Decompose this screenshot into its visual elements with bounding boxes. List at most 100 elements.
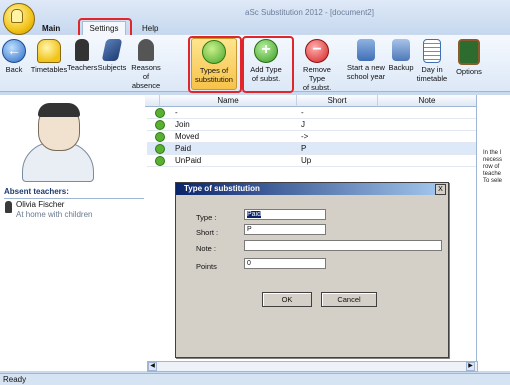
backup-button[interactable]: Backup	[388, 38, 414, 88]
row-short: Up	[301, 156, 312, 165]
types-icon	[202, 40, 226, 64]
calendar-icon	[357, 39, 375, 61]
short-label: Short :	[196, 228, 219, 237]
short-input[interactable]: P	[244, 224, 326, 235]
day-in-timetable-button[interactable]: Day in timetable	[414, 38, 450, 88]
row-name: -	[175, 108, 178, 117]
dialog-title-bar: Type of substitution	[176, 183, 446, 195]
tab-main[interactable]: Main	[42, 24, 60, 33]
reasons-button[interactable]: Reasons of absence	[128, 38, 164, 90]
dialog-title: Type of substitution	[184, 184, 260, 193]
subjects-label: Subjects	[97, 63, 127, 72]
type-input-value: Paid	[247, 211, 262, 218]
table-row[interactable]: Join J	[147, 119, 476, 131]
help-pane	[476, 95, 510, 371]
teacher-icon	[5, 201, 12, 213]
row-short: ->	[301, 132, 309, 141]
help-line: necess	[483, 157, 503, 163]
back-arrow-icon: ←	[2, 39, 26, 63]
reasons-icon	[138, 39, 154, 61]
add-icon: +	[254, 39, 278, 63]
row-name: Join	[175, 120, 190, 129]
remove-icon: −	[305, 39, 329, 63]
type-input[interactable]: Paid	[244, 209, 326, 220]
row-short: J	[301, 120, 305, 129]
tab-settings[interactable]: Settings	[82, 21, 126, 36]
absent-teachers-header: Absent teachers:	[4, 187, 144, 199]
timetables-button[interactable]: Timetables	[30, 38, 68, 88]
column-header-name[interactable]: Name	[160, 95, 297, 107]
teacher-avatar-hair	[38, 103, 80, 117]
options-button[interactable]: Options	[454, 38, 484, 88]
help-line: teache	[483, 171, 502, 177]
teachers-label: Teachers	[67, 63, 98, 72]
types-label-1: Types of	[199, 66, 229, 75]
points-label: Points	[196, 262, 217, 271]
dialog-close-button[interactable]: X	[435, 184, 446, 195]
remove-type-label-2: of subst.	[302, 83, 332, 92]
add-type-label-1: Add Type	[250, 65, 282, 74]
type-label: Type :	[196, 213, 217, 222]
row-type-icon	[155, 120, 165, 130]
help-line: row of	[483, 164, 500, 170]
day-in-label-1: Day in	[421, 65, 443, 74]
window-title: aSc Substitution 2012 - [document2]	[245, 8, 374, 17]
backup-icon	[392, 39, 410, 61]
types-of-substitution-button[interactable]: Types of substitution	[191, 38, 237, 90]
remove-type-button[interactable]: − Remove Type of subst.	[294, 38, 340, 92]
remove-type-label-1: Remove Type	[303, 65, 331, 83]
row-type-icon	[155, 156, 165, 166]
timetable-grid-icon	[423, 39, 441, 63]
backup-label: Backup	[388, 63, 414, 72]
subjects-button[interactable]: Subjects	[96, 38, 128, 88]
help-line: In the l	[483, 150, 502, 156]
back-button[interactable]: ← Back	[2, 38, 26, 88]
options-label: Options	[456, 67, 482, 76]
teachers-button[interactable]: Teachers	[67, 38, 97, 88]
absent-teacher-name[interactable]: Olivia Fischer	[16, 200, 64, 209]
tab-help[interactable]: Help	[142, 24, 158, 33]
column-header-short[interactable]: Short	[297, 95, 378, 107]
day-in-label-2: timetable	[416, 74, 448, 83]
points-input[interactable]: 0	[244, 258, 326, 269]
title-bar	[0, 0, 510, 34]
horizontal-scrollbar[interactable]	[147, 361, 478, 372]
table-row-selected[interactable]: Paid P	[147, 143, 476, 155]
help-line: To sele	[483, 178, 503, 184]
row-type-icon	[155, 108, 165, 118]
note-label: Note :	[196, 244, 217, 253]
grid-corner	[145, 95, 160, 107]
row-type-icon	[155, 144, 165, 154]
back-label: Back	[5, 65, 23, 74]
note-input[interactable]	[244, 240, 442, 251]
help-text: In the l necess row of teache To sele	[483, 150, 502, 185]
status-bar: Ready	[0, 373, 510, 385]
scroll-right-icon[interactable]: ▶	[466, 362, 475, 371]
table-row[interactable]: UnPaid Up	[147, 155, 476, 167]
timetables-icon	[37, 39, 61, 63]
column-header-note[interactable]: Note	[378, 95, 476, 107]
reasons-label-1: Reasons of	[131, 63, 161, 81]
types-label-2: substitution	[195, 75, 233, 84]
scroll-left-icon[interactable]: ◀	[148, 362, 157, 371]
new-year-label-2: school year	[346, 72, 386, 81]
ok-button[interactable]: OK	[262, 292, 312, 307]
row-name: Paid	[175, 144, 192, 153]
absent-teacher-status: At home with children	[16, 210, 93, 219]
row-name: Moved	[175, 132, 200, 141]
teacher-icon	[75, 39, 89, 61]
table-row[interactable]: - -	[147, 107, 476, 119]
options-board-icon	[458, 39, 480, 65]
timetables-label: Timetables	[30, 65, 68, 74]
reasons-label-2: absence	[131, 81, 161, 90]
row-short: -	[301, 108, 304, 117]
cancel-button[interactable]: Cancel	[321, 292, 377, 307]
table-row[interactable]: Moved ->	[147, 131, 476, 143]
book-icon	[101, 39, 123, 61]
row-name: UnPaid	[175, 156, 202, 165]
new-school-year-button[interactable]: Start a new school year	[344, 38, 388, 88]
add-type-button[interactable]: + Add Type of subst.	[245, 38, 287, 88]
new-year-label-1: Start a new	[347, 63, 385, 72]
add-type-label-2: of subst.	[251, 74, 281, 83]
row-type-icon	[155, 132, 165, 142]
